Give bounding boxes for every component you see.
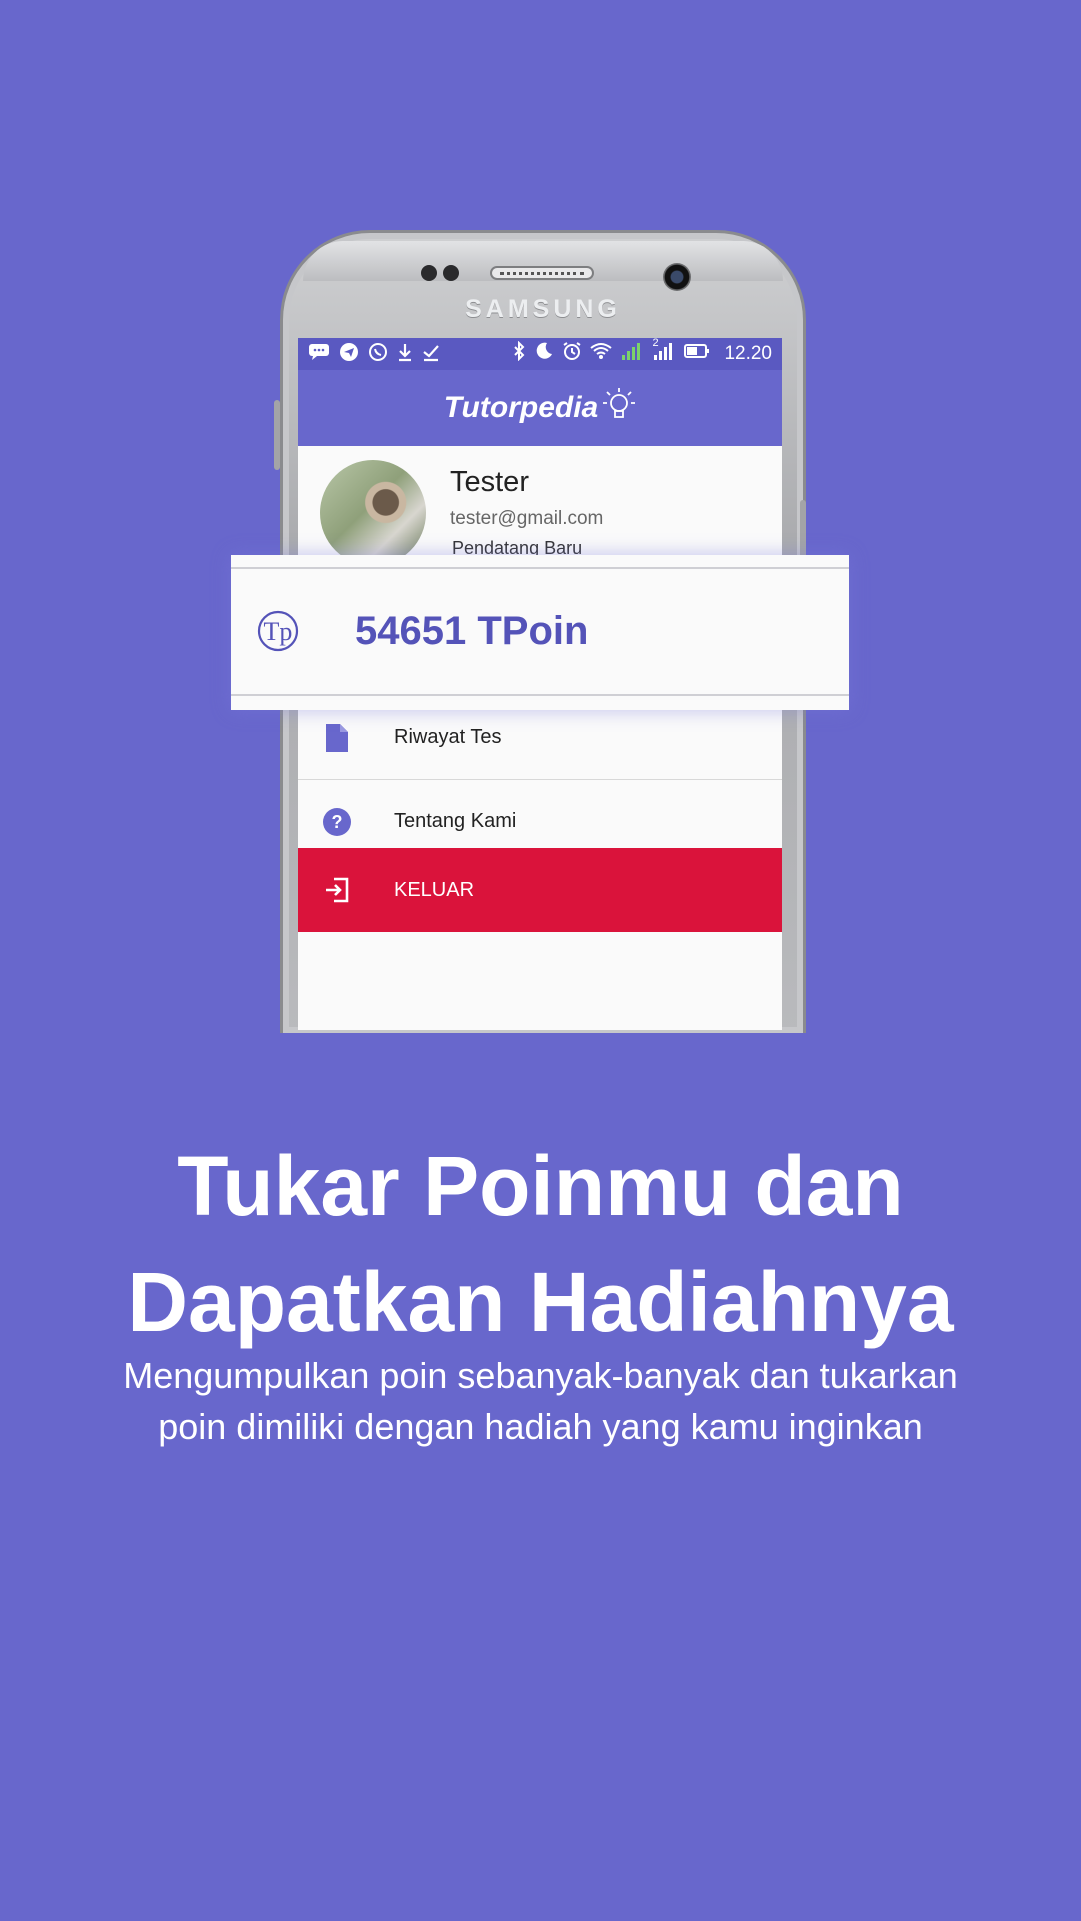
avatar[interactable]	[320, 460, 426, 566]
alarm-icon	[562, 341, 582, 367]
document-icon	[318, 723, 356, 752]
menu-label-tentang-kami: Tentang Kami	[394, 810, 517, 832]
volume-button	[274, 400, 280, 470]
power-button	[800, 500, 806, 560]
status-bar: 2 12.20	[298, 338, 782, 370]
earpiece-speaker	[490, 266, 594, 280]
battery-icon	[684, 343, 710, 365]
points-card[interactable]: Tp 54651 TPoin	[231, 555, 849, 710]
promo-subtext-line1: Mengumpulkan poin sebanyak-banyak dan tu…	[123, 1355, 958, 1396]
promo-headline-line2: Dapatkan Hadiahnya	[127, 1255, 954, 1349]
proximity-sensor	[421, 265, 437, 281]
check-icon	[422, 342, 440, 367]
telegram-icon	[339, 342, 359, 367]
sim2-badge: 2	[652, 338, 659, 349]
promo-subtext-line2: poin dimiliki dengan hadiah yang kamu in…	[158, 1406, 923, 1447]
signal-sim2-icon: 2	[652, 338, 676, 367]
signal-sim1-icon	[620, 341, 644, 367]
wifi-icon	[590, 342, 613, 366]
status-time: 12.20	[724, 343, 772, 364]
app-logo-text: Tutorpedia	[443, 391, 599, 424]
profile-name: Tester	[450, 466, 529, 498]
system-icons: 2 12.20	[512, 338, 772, 367]
divider	[231, 694, 849, 696]
device-brand: SAMSUNG	[465, 295, 621, 323]
lightbulb-icon	[602, 386, 636, 431]
promo-headline: Tukar Poinmu dan Dapatkan Hadiahnya	[0, 1128, 1081, 1360]
front-camera	[663, 263, 691, 291]
promo-headline-line1: Tukar Poinmu dan	[177, 1139, 904, 1233]
app-bar: Tutorpedia	[298, 370, 782, 446]
logout-icon	[318, 876, 356, 904]
bluetooth-icon	[512, 340, 526, 367]
profile-email: tester@gmail.com	[450, 508, 604, 529]
light-sensor	[443, 265, 459, 281]
do-not-disturb-moon-icon	[534, 341, 554, 367]
notification-icons	[308, 342, 512, 367]
logout-button[interactable]: KELUAR	[298, 848, 782, 932]
help-circle-icon: ?	[318, 807, 356, 837]
download-icon	[397, 342, 413, 367]
logout-label: KELUAR	[394, 878, 475, 901]
svg-text:?: ?	[332, 812, 343, 832]
message-icon	[308, 342, 330, 367]
menu-label-riwayat-tes: Riwayat Tes	[394, 726, 502, 748]
divider	[231, 567, 849, 569]
whatsapp-icon	[368, 342, 388, 367]
points-value: 54651 TPoin	[355, 609, 589, 653]
promo-subtext: Mengumpulkan poin sebanyak-banyak dan tu…	[0, 1350, 1081, 1452]
tpoin-logo-text: Tp	[264, 617, 293, 646]
tpoin-logo-icon: Tp	[257, 609, 299, 658]
profile-header: Tester tester@gmail.com Pendatang Baru	[298, 446, 782, 566]
